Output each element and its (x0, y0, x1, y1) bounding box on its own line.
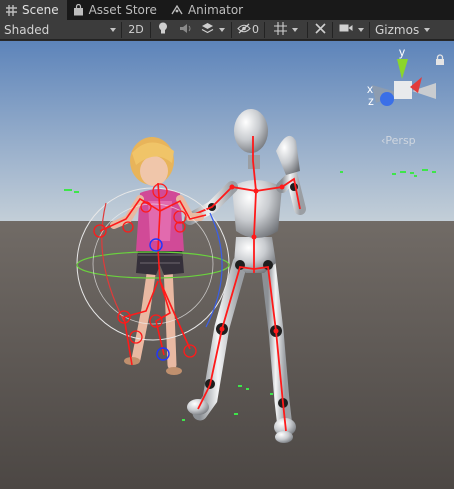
scene-visibility-toggle[interactable]: 0 (233, 22, 263, 38)
lighting-toggle-button[interactable] (152, 22, 174, 38)
shading-mode-dropdown[interactable]: Shaded (0, 22, 120, 38)
speaker-icon (179, 23, 192, 37)
lock-icon[interactable] (435, 54, 445, 68)
camera-settings-dropdown[interactable] (334, 22, 368, 38)
lightbulb-icon (158, 22, 168, 38)
tab-label: Asset Store (88, 3, 157, 17)
chevron-down-icon (292, 27, 298, 32)
eye-slash-icon (237, 23, 251, 37)
2d-label: 2D (128, 23, 144, 36)
toolbar-divider (264, 21, 265, 38)
chevron-down-icon (424, 27, 431, 32)
tab-label: Scene (22, 3, 59, 17)
toolbar-divider (332, 21, 333, 38)
chevron-down-icon (219, 27, 225, 32)
toolbar-divider (231, 21, 232, 38)
scene-grid-icon (6, 4, 17, 16)
shading-mode-label: Shaded (4, 22, 50, 37)
shopping-bag-icon (73, 4, 84, 16)
tab-bar: Scene Asset Store Animator (0, 0, 454, 20)
gizmos-dropdown[interactable]: Gizmos (371, 22, 434, 38)
toolbar-divider (369, 21, 370, 38)
layers-icon (201, 22, 214, 37)
projection-toggle[interactable]: ‹Persp (381, 134, 416, 147)
camera-icon (339, 23, 353, 36)
animator-icon (171, 5, 183, 15)
toolbar-divider (307, 21, 308, 38)
wrench-icon (314, 22, 327, 38)
grid-snapping-dropdown[interactable] (266, 21, 306, 38)
scene-toolbar: Shaded 2D 0 Gizmos (0, 20, 454, 40)
chevron-down-icon (357, 27, 364, 32)
gizmo-axis-y: y (399, 45, 405, 59)
chevron-down-icon (110, 27, 116, 32)
audio-toggle-button[interactable] (174, 22, 196, 38)
scene-viewport[interactable]: y x z ‹Persp (0, 41, 454, 489)
toolbar-divider (150, 21, 151, 38)
2d-toggle-button[interactable]: 2D (123, 22, 149, 38)
effects-dropdown[interactable] (196, 22, 230, 38)
projection-label: Persp (385, 134, 416, 147)
scene-render: y x z (0, 41, 454, 489)
tab-scene[interactable]: Scene (0, 0, 67, 20)
hidden-count: 0 (252, 23, 259, 36)
tab-animator[interactable]: Animator (165, 0, 251, 20)
tab-label: Animator (187, 3, 244, 17)
tab-asset-store[interactable]: Asset Store (67, 0, 165, 20)
gizmo-axis-z: z (368, 94, 374, 108)
grid-snap-icon (274, 21, 287, 38)
ground-plane (0, 221, 454, 489)
tools-button[interactable] (309, 22, 331, 38)
toolbar-divider (121, 21, 122, 38)
gizmos-label: Gizmos (375, 22, 420, 37)
